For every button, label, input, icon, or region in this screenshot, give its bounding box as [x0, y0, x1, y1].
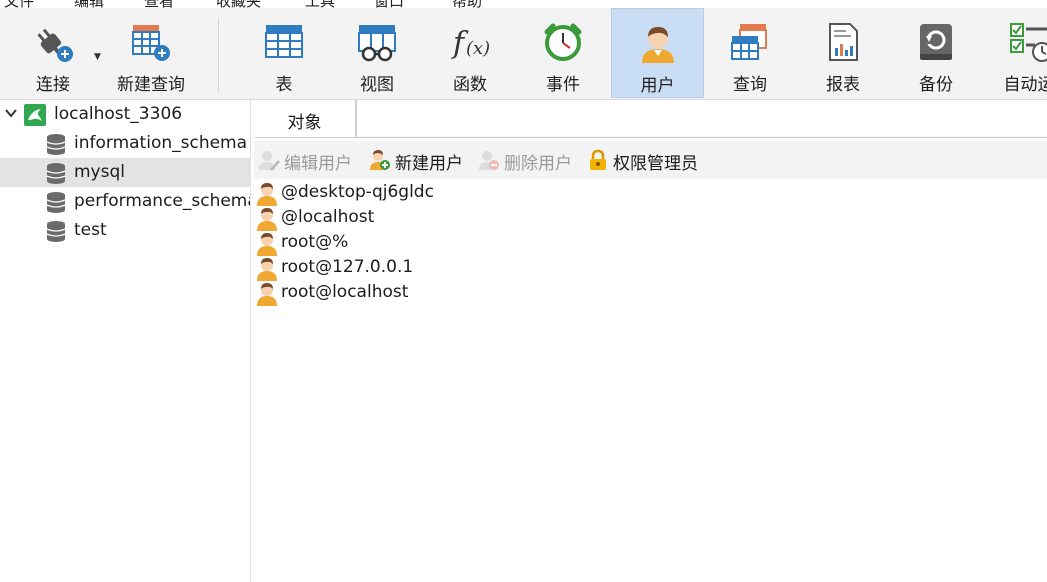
user-label: 用户: [640, 76, 675, 96]
user-list: @desktop-qj6gldc @localhost root@% root@…: [254, 180, 1047, 582]
svg-text:(x): (x): [466, 38, 490, 59]
user-name: root@localhost: [281, 282, 409, 302]
tree-db-test[interactable]: test: [0, 216, 250, 245]
tab-strip-empty: [356, 100, 1047, 136]
automation-label: 自动运: [1003, 75, 1047, 95]
view-button[interactable]: 视图: [332, 8, 422, 98]
query-button[interactable]: 查询: [705, 8, 795, 98]
edit-user-label: 编辑用户: [284, 154, 352, 174]
list-item[interactable]: @localhost: [254, 206, 654, 231]
delete-user-label: 删除用户: [504, 154, 572, 174]
automation-button[interactable]: 自动运: [984, 8, 1047, 98]
list-item[interactable]: root@localhost: [254, 281, 654, 306]
database-icon: [46, 221, 66, 242]
object-action-bar: 编辑用户 新建用户 删除用户 权限管理员: [254, 141, 1047, 179]
report-label: 报表: [826, 75, 860, 95]
connect-label: 连接: [36, 75, 70, 95]
db-label: information_schema: [74, 133, 248, 153]
backup-label: 备份: [919, 75, 953, 95]
tab-objects[interactable]: 对象: [254, 100, 356, 137]
user-name: @desktop-qj6gldc: [281, 182, 434, 202]
function-label: 函数: [453, 75, 487, 95]
lock-icon: [590, 149, 606, 170]
report-icon: [829, 23, 858, 61]
user-icon: [257, 258, 277, 281]
function-button[interactable]: f (x) 函数: [425, 8, 515, 98]
connect-button[interactable]: 连接: [8, 8, 98, 98]
automation-checklist-icon: [1010, 23, 1047, 62]
user-name: root@127.0.0.1: [281, 257, 414, 277]
user-name: @localhost: [281, 207, 375, 227]
query-label: 查询: [733, 75, 767, 95]
query-table-icon: [731, 24, 767, 60]
list-item[interactable]: @desktop-qj6gldc: [254, 181, 654, 206]
tab-strip: 对象: [254, 100, 1047, 138]
db-label: mysql: [74, 162, 125, 182]
function-fx-icon: f (x): [451, 26, 490, 61]
new-user-icon: [370, 150, 390, 170]
list-item[interactable]: root@%: [254, 231, 654, 256]
new-query-label: 新建查询: [117, 75, 185, 95]
user-icon: [257, 233, 277, 256]
menu-bar: 文件 编辑 查看 收藏夹 工具 窗口 帮助: [0, 0, 1047, 10]
alarm-clock-icon: [544, 23, 582, 61]
chevron-down-icon[interactable]: [4, 106, 18, 120]
privilege-manager-label: 权限管理员: [613, 154, 698, 174]
connection-label: localhost_3306: [54, 104, 183, 124]
report-button[interactable]: 报表: [798, 8, 888, 98]
tree-db-performance-schema[interactable]: performance_schema: [0, 187, 250, 216]
database-icon: [46, 163, 66, 184]
table-icon: [265, 25, 303, 58]
database-icon: [46, 134, 66, 155]
main-toolbar: 连接 ▼ 新建查询 表 视图 f (x) 函数 事件 用户 查询 报表 备份 自…: [0, 8, 1047, 100]
connection-tree: localhost_3306 information_schema mysql: [0, 100, 251, 582]
new-query-button[interactable]: 新建查询: [106, 8, 196, 98]
mysql-dolphin-icon: [24, 104, 46, 126]
tree-db-information-schema[interactable]: information_schema: [0, 129, 250, 158]
backup-button[interactable]: 备份: [891, 8, 981, 98]
event-button[interactable]: 事件: [518, 8, 608, 98]
db-label: test: [74, 220, 107, 240]
new-user-label: 新建用户: [395, 154, 463, 174]
backup-icon: [920, 24, 952, 60]
plug-connect-icon: [37, 28, 73, 62]
toolbar-separator: [218, 18, 219, 92]
user-name: root@%: [281, 232, 349, 252]
user-icon: [257, 183, 277, 206]
event-label: 事件: [546, 75, 580, 95]
edit-user-icon: [259, 151, 280, 171]
tree-connection-localhost[interactable]: localhost_3306: [0, 100, 250, 129]
user-icon: [257, 283, 277, 306]
view-glasses-icon: [358, 25, 396, 62]
view-label: 视图: [360, 75, 394, 95]
user-button[interactable]: 用户: [611, 8, 704, 98]
connect-dropdown-icon[interactable]: ▼: [94, 52, 101, 62]
database-icon: [46, 192, 66, 213]
user-icon: [257, 208, 277, 231]
tab-objects-label: 对象: [287, 113, 322, 133]
table-label: 表: [275, 75, 293, 95]
db-label: performance_schema: [74, 191, 251, 211]
list-item[interactable]: root@127.0.0.1: [254, 256, 654, 281]
user-icon: [641, 27, 674, 63]
table-add-icon: [132, 25, 170, 61]
delete-user-icon: [479, 151, 499, 170]
table-button[interactable]: 表: [239, 8, 329, 98]
tree-db-mysql[interactable]: mysql: [0, 158, 250, 187]
